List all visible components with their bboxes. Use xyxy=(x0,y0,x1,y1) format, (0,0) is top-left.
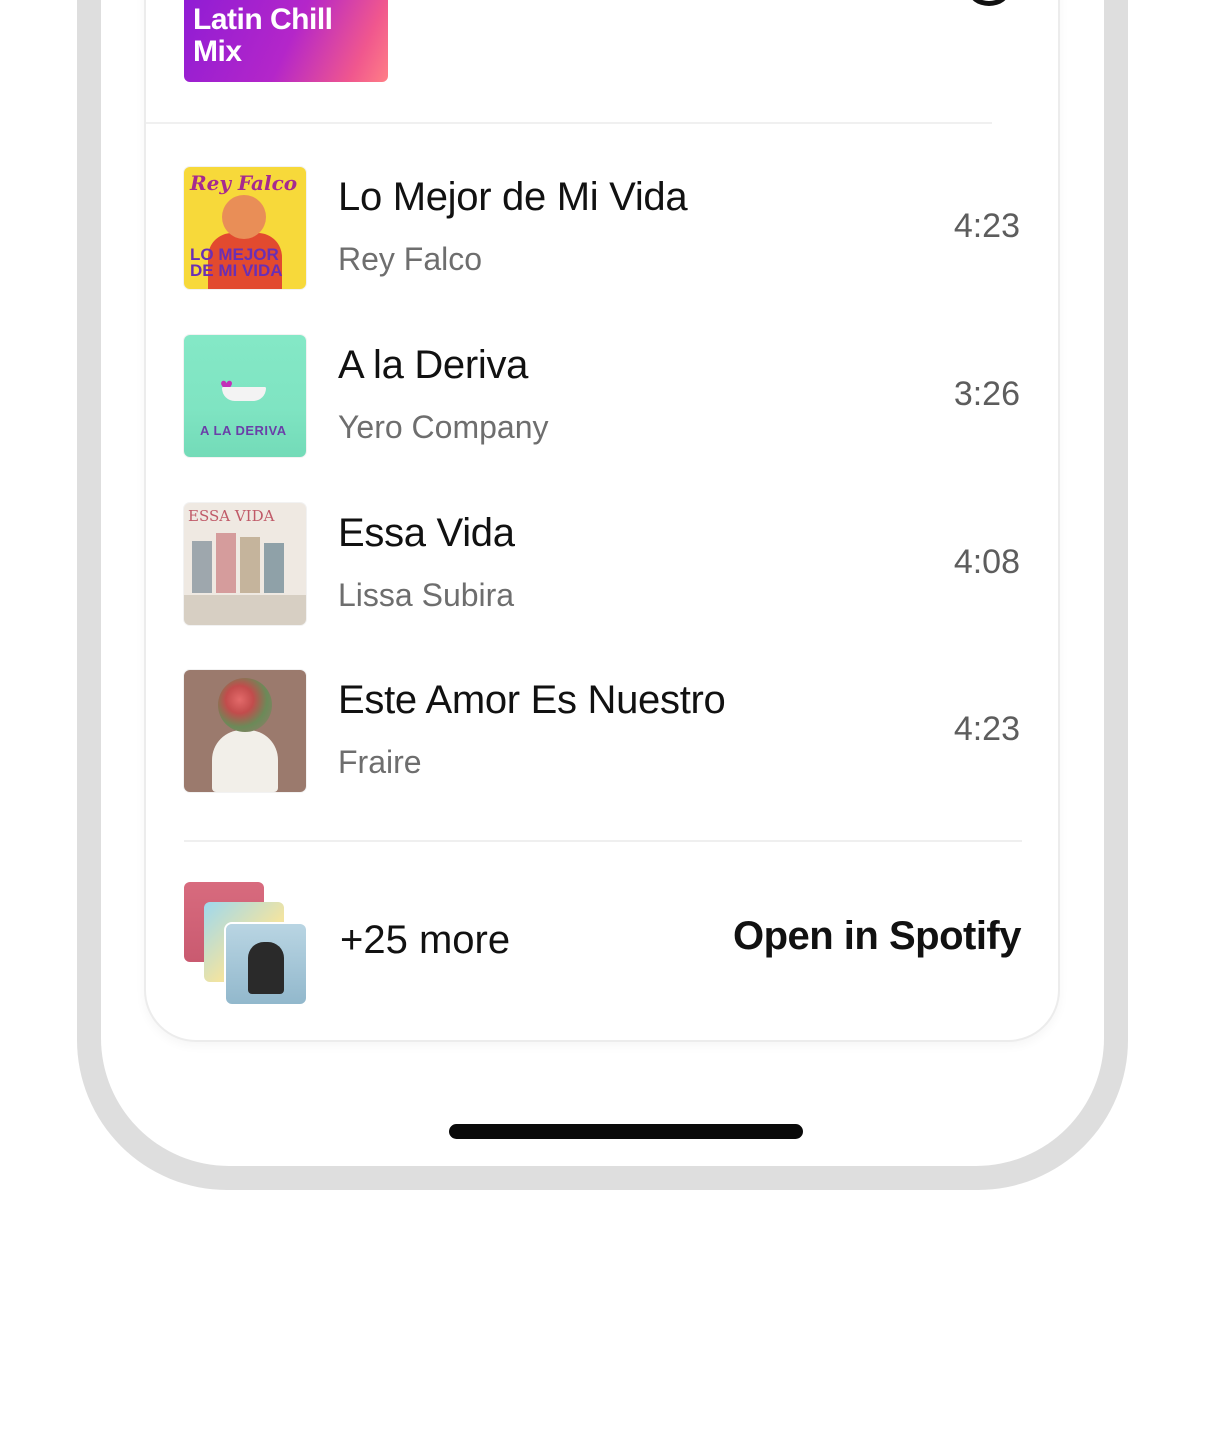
track-title: Este Amor Es Nuestro xyxy=(338,678,726,722)
track-artist[interactable]: Fraire xyxy=(338,744,422,781)
album-art-ground xyxy=(184,595,306,625)
album-art: ESSA VIDA xyxy=(184,503,306,625)
album-art-text: LO MEJOR DE MI VIDA xyxy=(190,245,283,280)
album-art-boat xyxy=(222,387,266,401)
track-row[interactable]: ♥ A LA DERIVA A la Deriva Yero Company 3… xyxy=(184,335,1024,459)
album-art-figure xyxy=(212,730,278,792)
more-tracks-count: +25 more xyxy=(340,918,511,962)
album-art: Rey Falco LO MEJOR DE MI VIDA xyxy=(184,167,306,289)
track-row[interactable]: ESSA VIDA Essa Vida Lissa Subira 4:08 xyxy=(184,503,1024,627)
track-title: Lo Mejor de Mi Vida xyxy=(338,175,688,219)
track-artist[interactable]: Yero Company xyxy=(338,409,549,446)
album-art-figure xyxy=(248,942,284,994)
track-artist[interactable]: Rey Falco xyxy=(338,241,482,278)
track-title: A la Deriva xyxy=(338,343,529,387)
track-duration: 4:08 xyxy=(953,543,1020,581)
album-cover-thumbnail xyxy=(226,924,306,1004)
album-art-flowers xyxy=(218,678,272,732)
album-art-text: ESSA VIDA xyxy=(188,507,275,525)
track-row[interactable]: Este Amor Es Nuestro Fraire 4:23 xyxy=(184,670,1024,794)
album-art-building xyxy=(264,543,284,593)
track-title: Essa Vida xyxy=(338,511,515,555)
page: Latin Chill Mix Rey Falco LO MEJOR DE MI… xyxy=(0,0,1211,1440)
album-art-building xyxy=(240,537,260,593)
album-art xyxy=(184,670,306,792)
album-art-building xyxy=(216,533,236,593)
divider xyxy=(146,122,992,124)
album-art-text: Rey Falco xyxy=(190,171,298,195)
track-duration: 4:23 xyxy=(953,710,1020,748)
album-art-text: A LA DERIVA xyxy=(200,423,287,438)
track-duration: 4:23 xyxy=(953,207,1020,245)
open-in-spotify-link[interactable]: Open in Spotify xyxy=(733,914,1022,959)
track-duration: 3:26 xyxy=(953,375,1020,413)
album-art-face xyxy=(222,195,266,239)
album-art-building xyxy=(192,541,212,593)
track-artist[interactable]: Lissa Subira xyxy=(338,577,514,614)
home-indicator[interactable] xyxy=(449,1124,803,1139)
divider xyxy=(184,840,1022,842)
track-row[interactable]: Rey Falco LO MEJOR DE MI VIDA Lo Mejor d… xyxy=(184,167,1024,291)
album-art: ♥ A LA DERIVA xyxy=(184,335,306,457)
playlist-cover-title: Latin Chill Mix xyxy=(193,3,333,68)
stacked-album-covers xyxy=(184,882,308,1006)
playlist-cover[interactable]: Latin Chill Mix xyxy=(184,0,388,82)
